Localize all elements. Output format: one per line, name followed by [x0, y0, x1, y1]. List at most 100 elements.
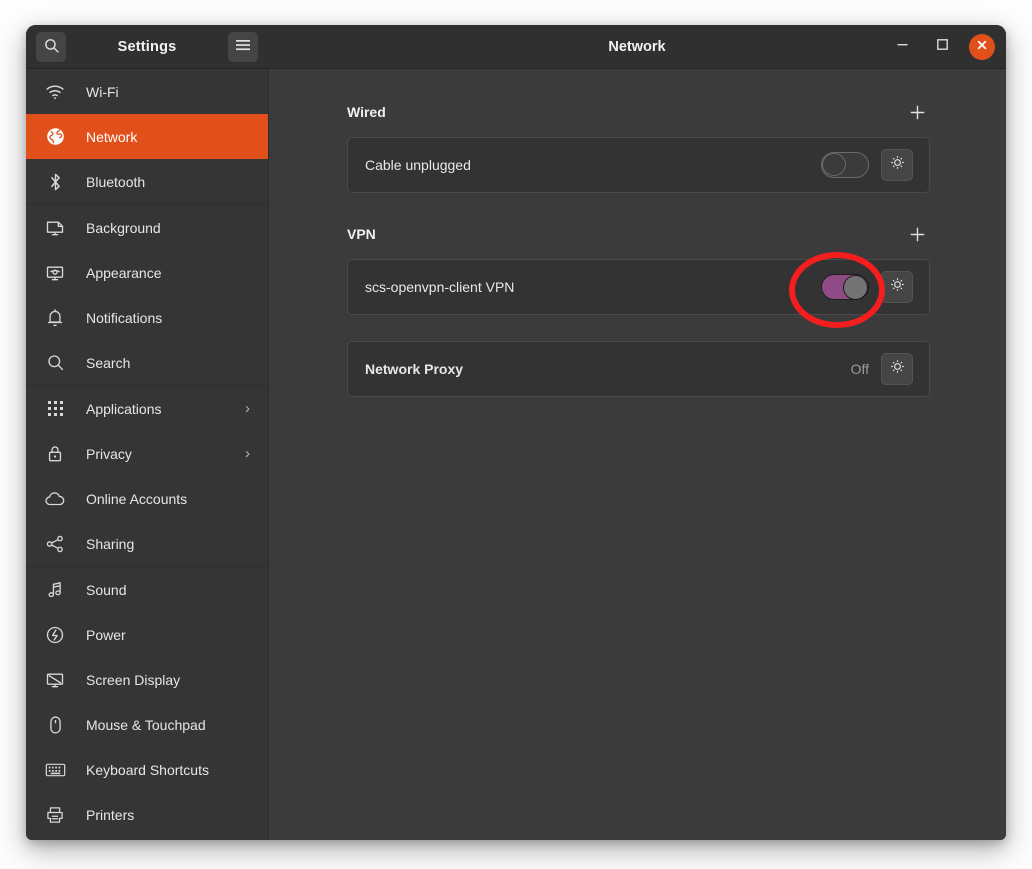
- search-icon: [43, 37, 60, 57]
- maximize-icon: [936, 38, 949, 56]
- sidebar-item-label: Network: [86, 128, 138, 145]
- sidebar-item-wifi[interactable]: Wi-Fi: [26, 69, 268, 114]
- network-proxy-settings-button[interactable]: [881, 353, 913, 385]
- close-icon: [976, 38, 988, 56]
- mouse-icon: [44, 714, 66, 736]
- bell-icon: [44, 307, 66, 329]
- sidebar-item-privacy[interactable]: Privacy ›: [26, 431, 268, 476]
- vpn-name-label: scs-openvpn-client VPN: [365, 279, 515, 295]
- vpn-section-header: VPN: [347, 219, 930, 249]
- sidebar-item-notifications[interactable]: Notifications: [26, 295, 268, 340]
- minimize-button[interactable]: [889, 34, 915, 60]
- window-headerbar: Settings Network: [26, 25, 1006, 69]
- window-title: Network: [608, 38, 666, 55]
- maximize-button[interactable]: [929, 34, 955, 60]
- hamburger-menu-icon: [235, 38, 251, 55]
- wired-row-controls: [821, 149, 913, 181]
- chevron-right-icon: ›: [245, 400, 250, 417]
- sidebar-item-mouse-touchpad[interactable]: Mouse & Touchpad: [26, 702, 268, 747]
- network-proxy-label: Network Proxy: [365, 361, 464, 377]
- sidebar-item-screen-display[interactable]: Screen Display: [26, 657, 268, 702]
- content-headerbar: Network: [268, 25, 1006, 68]
- sidebar-item-label: Printers: [86, 806, 135, 823]
- add-wired-button[interactable]: [904, 99, 930, 125]
- sidebar-item-label: Search: [86, 354, 131, 371]
- network-proxy-row[interactable]: Network Proxy Off: [347, 341, 930, 397]
- sidebar-title: Settings: [117, 38, 177, 55]
- sidebar-item-label: Online Accounts: [86, 490, 188, 507]
- sidebar-item-network[interactable]: Network: [26, 114, 268, 159]
- sidebar-item-bluetooth[interactable]: Bluetooth: [26, 159, 268, 204]
- cloud-icon: [44, 488, 66, 510]
- minimize-icon: [896, 38, 909, 56]
- main-menu-button[interactable]: [228, 31, 258, 62]
- sidebar-item-sharing[interactable]: Sharing: [26, 521, 268, 566]
- screenshot-root: Settings Network Wi-Fi Network Bluetooth…: [0, 0, 1032, 869]
- chevron-right-icon: ›: [245, 445, 250, 462]
- settings-window: Settings Network Wi-Fi Network Bluetooth…: [26, 25, 1006, 840]
- wired-settings-button[interactable]: [881, 149, 913, 181]
- sidebar-headerbar: Settings: [26, 25, 268, 68]
- network-proxy-controls: Off: [851, 353, 913, 385]
- add-vpn-button[interactable]: [904, 221, 930, 247]
- search-button[interactable]: [36, 31, 66, 62]
- appearance-icon: [44, 262, 66, 284]
- gear-icon: [889, 276, 906, 298]
- close-button[interactable]: [969, 33, 995, 60]
- section-title: Wired: [347, 104, 386, 120]
- background-monitor-icon: [44, 217, 66, 239]
- gear-icon: [889, 358, 906, 380]
- switch-knob: [843, 274, 868, 300]
- display-icon: [44, 669, 66, 691]
- sidebar-item-appearance[interactable]: Appearance: [26, 250, 268, 295]
- wired-status-label: Cable unplugged: [365, 157, 471, 173]
- printer-icon: [44, 804, 66, 826]
- vpn-connection-row[interactable]: scs-openvpn-client VPN: [347, 259, 930, 315]
- sidebar-item-label: Bluetooth: [86, 173, 146, 190]
- vpn-row-controls: [821, 271, 913, 303]
- wired-section-header: Wired: [347, 97, 930, 127]
- network-panel-inner: Wired Cable unplugged VPN scs-openvpn-cl…: [269, 69, 1006, 397]
- wired-toggle-switch[interactable]: [821, 152, 869, 178]
- sidebar-item-label: Power: [86, 626, 126, 643]
- sidebar-item-sound[interactable]: Sound: [26, 567, 268, 612]
- gear-icon: [889, 154, 906, 176]
- vpn-settings-button[interactable]: [881, 271, 913, 303]
- sidebar-item-power[interactable]: Power: [26, 612, 268, 657]
- sidebar-item-label: Background: [86, 219, 161, 236]
- lock-icon: [44, 443, 66, 465]
- sidebar-item-printers[interactable]: Printers: [26, 792, 268, 837]
- sidebar-item-label: Sound: [86, 581, 127, 598]
- globe-icon: [44, 126, 66, 148]
- power-icon: [44, 624, 66, 646]
- music-note-icon: [44, 579, 66, 601]
- bluetooth-icon: [44, 171, 66, 193]
- sidebar-item-label: Mouse & Touchpad: [86, 716, 206, 733]
- sidebar-item-background[interactable]: Background: [26, 205, 268, 250]
- apps-grid-icon: [44, 398, 66, 420]
- wifi-icon: [44, 81, 66, 103]
- sidebar-item-label: Notifications: [86, 309, 163, 326]
- share-nodes-icon: [44, 533, 66, 555]
- sidebar-item-label: Wi-Fi: [86, 83, 119, 100]
- sidebar-item-label: Sharing: [86, 535, 135, 552]
- settings-sidebar[interactable]: Wi-Fi Network Bluetooth Background Appea…: [26, 69, 269, 840]
- sidebar-item-label: Appearance: [86, 264, 162, 281]
- sidebar-item-online-accounts[interactable]: Online Accounts: [26, 476, 268, 521]
- sidebar-item-applications[interactable]: Applications ›: [26, 386, 268, 431]
- search-icon: [44, 352, 66, 374]
- wired-connection-row[interactable]: Cable unplugged: [347, 137, 930, 193]
- sidebar-item-search[interactable]: Search: [26, 340, 268, 385]
- network-proxy-status: Off: [850, 361, 869, 377]
- network-panel: Wired Cable unplugged VPN scs-openvpn-cl…: [269, 69, 1006, 840]
- keyboard-icon: [44, 759, 66, 781]
- window-body: Wi-Fi Network Bluetooth Background Appea…: [26, 69, 1006, 840]
- sidebar-item-label: Applications: [86, 400, 162, 417]
- section-title: VPN: [347, 226, 376, 242]
- sidebar-item-keyboard-shortcuts[interactable]: Keyboard Shortcuts: [26, 747, 268, 792]
- vpn-toggle-switch[interactable]: [821, 274, 869, 300]
- sidebar-item-label: Screen Display: [86, 671, 181, 688]
- switch-knob: [822, 153, 846, 176]
